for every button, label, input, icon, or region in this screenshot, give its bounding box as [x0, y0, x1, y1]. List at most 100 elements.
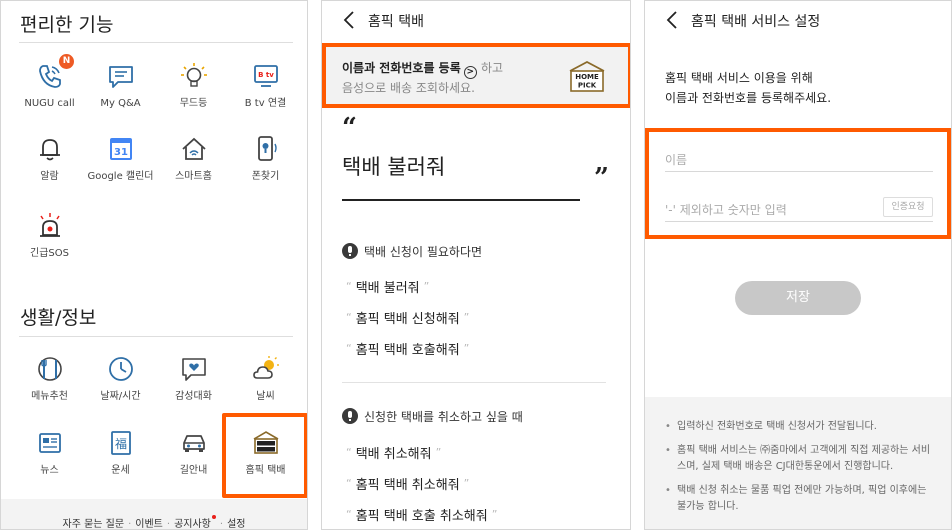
life-label: 날짜/시간 [100, 391, 141, 402]
example-command[interactable]: “홈픽 택배 호출해줘” [342, 339, 473, 358]
banner-bold: 이름과 전화번호를 등록 [342, 61, 461, 75]
feature-find-phone[interactable]: 폰찾기 [228, 134, 303, 183]
chevron-right-icon: > [463, 66, 477, 79]
logo-text-pick: PICK [578, 82, 597, 90]
logo-text-home: HOME [575, 73, 599, 81]
life-label: 감성대화 [175, 391, 212, 402]
event-link[interactable]: 이벤트 [135, 519, 163, 529]
feature-label: 무드등 [179, 98, 208, 109]
mic-icon [342, 408, 358, 424]
example-command[interactable]: “홈픽 택배 취소해줘” [342, 474, 473, 493]
clock-icon [106, 354, 136, 384]
siren-icon [35, 211, 65, 241]
footer-links: 자주 묻는 질문 · 이벤트 · 공지사항 · 설정 [1, 499, 307, 529]
quote-open-mark: “ [342, 113, 357, 143]
banner-rest: 하고 [480, 61, 504, 75]
quote-left: “ [346, 311, 352, 324]
find-phone-icon [251, 134, 281, 164]
life-label: 뉴스 [40, 465, 59, 476]
intro-line2: 이름과 전화번호를 등록해주세요. [665, 91, 832, 105]
example-text: 택배 불러줘 [355, 281, 420, 296]
intro-line1: 홈픽 택배 서비스 이용을 위해 [665, 71, 813, 85]
fortune-icon: 福 [106, 428, 136, 458]
settings-link[interactable]: 설정 [227, 519, 245, 529]
example-text: 홈픽 택배 호출해줘 [355, 343, 460, 358]
intro-text: 홈픽 택배 서비스 이용을 위해 이름과 전화번호를 등록해주세요. [665, 68, 831, 108]
life-weather[interactable]: 날씨 [228, 354, 303, 403]
example-command[interactable]: “홈픽 택배 신청해줘” [342, 308, 473, 327]
save-button[interactable]: 저장 [735, 281, 861, 315]
life-emotional-chat[interactable]: 감성대화 [156, 354, 231, 403]
example-text: 홈픽 택배 취소해줘 [355, 478, 460, 493]
feature-btv[interactable]: B tv B tv 연결 [228, 61, 303, 110]
quote-left: “ [346, 477, 352, 490]
life-date-time[interactable]: 날짜/시간 [83, 354, 158, 403]
feature-my-qa[interactable]: My Q&A [83, 61, 158, 110]
calendar-date-text: 31 [114, 147, 128, 158]
chat-icon [106, 61, 136, 91]
notice-item: 홈픽 택배 서비스는 ㈜줌마에서 고객에게 직접 제공하는 서비스며, 실제 택… [663, 443, 935, 475]
notice-link[interactable]: 공지사항 [174, 515, 216, 529]
life-label: 날씨 [256, 391, 275, 402]
life-label: 메뉴추천 [31, 391, 68, 402]
feature-google-calendar[interactable]: 31 Google 캘린더 [83, 134, 158, 183]
page-title: 홈픽 택배 [368, 14, 424, 30]
request-verification-button[interactable]: 인증요청 [883, 197, 933, 217]
example-command[interactable]: “홈픽 택배 호출 취소해줘” [342, 505, 501, 524]
section-cancel-label: 신청한 택배를 취소하고 싶을 때 [364, 410, 523, 424]
notice-box: 입력하신 전화번호로 택배 신청서가 전달됩니다. 홈픽 택배 서비스는 ㈜줌마… [645, 397, 951, 529]
faq-link[interactable]: 자주 묻는 질문 [63, 519, 125, 529]
life-fortune[interactable]: 福 운세 [83, 428, 158, 477]
quote-left: “ [346, 446, 352, 459]
phone-placeholder: '-' 제외하고 숫자만 입력 [665, 203, 787, 217]
highlight-homepick [222, 413, 307, 498]
feature-alarm[interactable]: 알람 [12, 134, 87, 183]
phone-field[interactable]: '-' 제외하고 숫자만 입력 인증요청 [665, 192, 933, 222]
tv-icon: B tv [251, 61, 281, 91]
main-command: 택배 불러줘 [342, 155, 446, 179]
light-bulb-icon [179, 61, 209, 91]
quote-right: ” [463, 342, 470, 355]
registration-form: 이름 '-' 제외하고 숫자만 입력 인증요청 [645, 128, 951, 239]
quote-right: ” [435, 446, 442, 459]
quote-right: ” [463, 311, 470, 324]
feature-nugu-call[interactable]: NUGU call [12, 61, 87, 110]
smart-home-icon [179, 134, 209, 164]
feature-label: My Q&A [100, 98, 141, 109]
banner-line2: 음성으로 배송 조회하세요. [342, 81, 475, 95]
section-title-features: 편리한 기능 [20, 14, 114, 36]
feature-mood-light[interactable]: 무드등 [156, 61, 231, 110]
notice-item: 택배 신청 취소는 물품 픽업 전에만 가능하며, 픽업 이후에는 불가능 합니… [663, 483, 935, 515]
feature-label: Google 캘린더 [87, 171, 154, 182]
back-arrow-icon[interactable] [342, 11, 356, 29]
life-news[interactable]: 뉴스 [12, 428, 87, 477]
life-label: 운세 [111, 465, 130, 476]
feature-smart-home[interactable]: 스마트홈 [156, 134, 231, 183]
notice-item: 입력하신 전화번호로 택배 신청서가 전달됩니다. [663, 419, 935, 435]
name-placeholder: 이름 [665, 153, 688, 167]
feature-emergency-sos[interactable]: 긴급SOS [12, 211, 87, 260]
google-calendar-icon: 31 [106, 134, 136, 164]
tv-logo-text: B tv [258, 71, 274, 79]
features-panel: 편리한 기능 NUGU call N My Q&A 무드등 B tv B tv … [0, 0, 308, 530]
example-command[interactable]: “택배 취소해줘” [342, 443, 445, 462]
command-underline [342, 199, 580, 201]
example-command[interactable]: “택배 불러줘” [342, 277, 433, 296]
register-banner[interactable]: 이름과 전화번호를 등록 > 하고 음성으로 배송 조회하세요. HOME PICK [322, 43, 630, 108]
life-label: 길안내 [179, 465, 208, 476]
weather-icon [251, 354, 281, 384]
feature-label: 긴급SOS [30, 248, 69, 259]
feature-label: 폰찾기 [251, 171, 280, 182]
section-request-label: 택배 신청이 필요하다면 [364, 245, 483, 259]
feature-label: B tv 연결 [244, 98, 287, 109]
homepick-logo: HOME PICK [568, 60, 606, 92]
section-title-life: 생활/정보 [20, 307, 97, 329]
life-navigation[interactable]: 길안내 [156, 428, 231, 477]
divider [19, 336, 293, 337]
back-arrow-icon[interactable] [665, 11, 679, 29]
dining-icon [35, 354, 65, 384]
news-icon [35, 428, 65, 458]
homepick-panel: 홈픽 택배 이름과 전화번호를 등록 > 하고 음성으로 배송 조회하세요. HO… [321, 0, 631, 530]
life-menu-recommend[interactable]: 메뉴추천 [12, 354, 87, 403]
name-field[interactable]: 이름 [665, 142, 933, 172]
